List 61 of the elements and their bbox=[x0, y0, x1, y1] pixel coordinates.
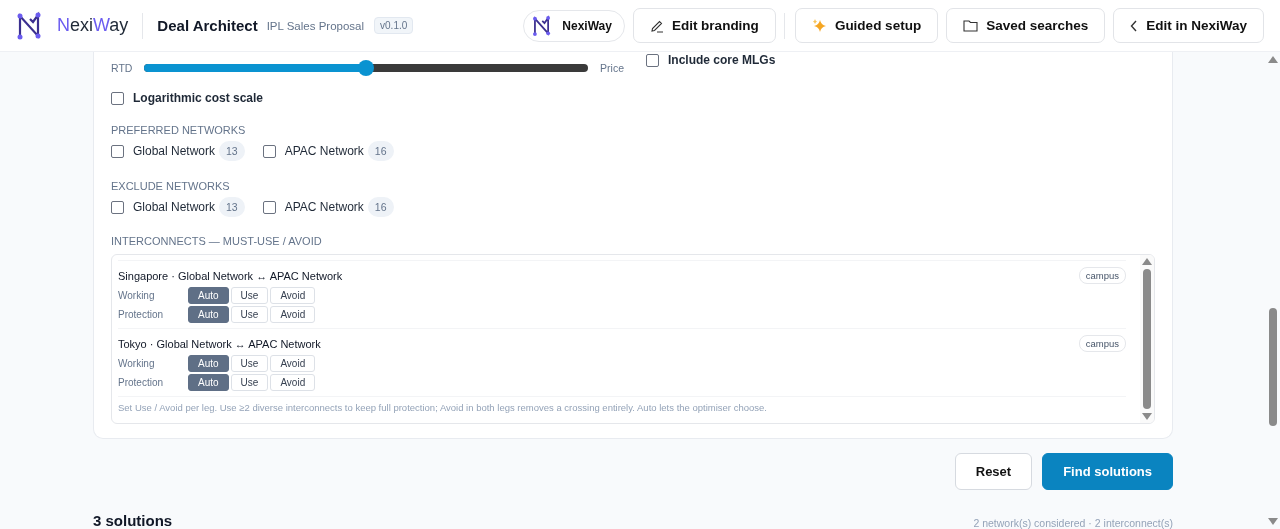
section-heading: PREFERRED NETWORKS bbox=[111, 124, 247, 136]
checkbox[interactable] bbox=[646, 53, 659, 67]
checkbox-label: Include core MLGs bbox=[668, 53, 776, 67]
brand-name: NexiWay bbox=[57, 15, 129, 36]
sparkle-icon bbox=[811, 18, 827, 33]
count-badge: 13 bbox=[219, 197, 245, 217]
header-button[interactable]: Edit in NexiWay bbox=[1113, 8, 1264, 43]
checkbox[interactable] bbox=[262, 144, 276, 158]
folder-icon bbox=[963, 19, 979, 32]
section-heading: INTERCONNECTS — MUST-USE / AVOID bbox=[111, 235, 323, 247]
interconnect-name: Singapore · Global Network ↔ APAC Network bbox=[118, 269, 343, 282]
tag: campus bbox=[1078, 267, 1126, 284]
checkbox[interactable] bbox=[111, 200, 124, 214]
leg-label: Protection bbox=[118, 377, 165, 388]
version-badge: v0.1.0 bbox=[374, 17, 414, 34]
option-button[interactable]: Use bbox=[230, 306, 269, 323]
option-button[interactable]: Use bbox=[230, 287, 269, 304]
count-badge: 16 bbox=[367, 197, 394, 217]
checkbox-label: APAC Network bbox=[284, 200, 364, 214]
action-button[interactable]: Find solutions bbox=[1042, 453, 1173, 490]
pencil-icon bbox=[649, 18, 664, 33]
header-button[interactable]: Edit branding bbox=[632, 8, 776, 43]
checkbox-label: Logarithmic cost scale bbox=[133, 91, 264, 105]
scrollbar[interactable] bbox=[1140, 255, 1154, 423]
action-button[interactable]: Reset bbox=[954, 453, 1033, 490]
interconnect-name: Tokyo · Global Network ↔ APAC Network bbox=[118, 337, 321, 350]
option-button[interactable]: Avoid bbox=[270, 355, 316, 372]
option-button[interactable]: Auto bbox=[188, 374, 229, 391]
option-button[interactable]: Avoid bbox=[270, 287, 316, 304]
results-summary: 2 network(s) considered · 2 interconnect(s) bbox=[973, 517, 1173, 529]
leg-label: Working bbox=[118, 358, 156, 369]
header-button[interactable]: Saved searches bbox=[946, 8, 1106, 43]
app-title: Deal Architect bbox=[157, 17, 258, 34]
checkbox[interactable] bbox=[111, 144, 124, 158]
slider-label: Price bbox=[600, 62, 624, 74]
option-button[interactable]: Auto bbox=[188, 355, 229, 372]
slider-thumb[interactable] bbox=[358, 60, 375, 76]
organization-chip[interactable]: NexiWay bbox=[523, 9, 625, 42]
leg-label: Working bbox=[118, 290, 156, 301]
results-title: 3 solutions bbox=[93, 512, 173, 529]
option-button[interactable]: Auto bbox=[188, 287, 229, 304]
checkbox-label: Global Network bbox=[133, 200, 216, 214]
chevron-left-icon bbox=[1130, 19, 1139, 32]
option-button[interactable]: Use bbox=[230, 355, 269, 372]
count-badge: 16 bbox=[367, 141, 394, 161]
checkbox[interactable] bbox=[111, 91, 124, 105]
app-subtitle: IPL Sales Proposal bbox=[266, 19, 365, 32]
help-text: Set Use / Avoid per leg. Use ≥2 diverse interconnects to keep full protection; Avoid in both legs removes a crossing entirely. Auto lets the optimiser choose. bbox=[118, 396, 1126, 413]
option-button[interactable]: Use bbox=[230, 374, 269, 391]
checkbox-label: APAC Network bbox=[284, 144, 364, 158]
header-button[interactable]: Guided setup bbox=[794, 8, 939, 43]
count-badge: 13 bbox=[219, 141, 245, 161]
slider-label: RTD bbox=[111, 62, 133, 74]
leg-label: Protection bbox=[118, 309, 165, 320]
option-button[interactable]: Avoid bbox=[270, 374, 316, 391]
section-heading: EXCLUDE NETWORKS bbox=[111, 180, 231, 192]
checkbox[interactable] bbox=[262, 200, 276, 214]
option-button[interactable]: Auto bbox=[188, 306, 229, 323]
tag: campus bbox=[1078, 335, 1126, 352]
option-button[interactable]: Avoid bbox=[270, 306, 316, 323]
checkbox-label: Global Network bbox=[133, 144, 216, 158]
